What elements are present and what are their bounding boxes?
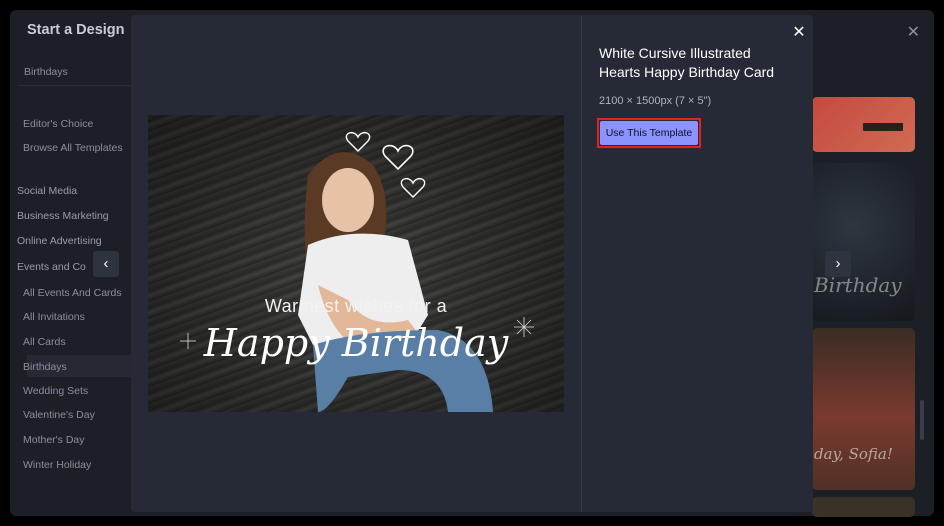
- use-template-button[interactable]: Use This Template: [600, 121, 698, 145]
- template-preview-modal: Warmest wishes for a Happy Birthday Whit…: [131, 15, 813, 512]
- menu-item-editors-choice[interactable]: Editor's Choice: [23, 118, 93, 130]
- template-thumbnail[interactable]: [812, 497, 915, 517]
- sub-item-invitations[interactable]: All Invitations: [23, 311, 85, 323]
- template-title: White Cursive Illustrated Hearts Happy B…: [599, 45, 775, 80]
- photo-illustration: [180, 131, 534, 412]
- sub-item-valentines[interactable]: Valentine's Day: [23, 409, 95, 421]
- card-headline: Happy Birthday: [203, 321, 509, 365]
- chevron-left-icon[interactable]: ‹: [93, 251, 119, 277]
- sub-item-mothers-day[interactable]: Mother's Day: [23, 434, 85, 446]
- card-greeting-line: Warmest wishes for a: [264, 296, 448, 316]
- chevron-right-icon[interactable]: ›: [825, 251, 851, 277]
- sub-item-wedding[interactable]: Wedding Sets: [23, 385, 88, 397]
- category-events[interactable]: Events and Co: [17, 261, 86, 273]
- sub-item-winter-holiday[interactable]: Winter Holiday: [23, 459, 91, 471]
- panel-title: Start a Design: [27, 22, 125, 38]
- template-thumbnail[interactable]: [812, 97, 915, 152]
- modal-divider: [581, 15, 582, 512]
- thumbnail-text: day, Sofia!: [814, 445, 893, 463]
- template-dimensions: 2100 × 1500px (7 × 5"): [599, 95, 712, 107]
- sub-item-birthdays[interactable]: Birthdays: [23, 361, 67, 373]
- template-thumbnail[interactable]: Birthday: [812, 163, 915, 321]
- category-online-advertising[interactable]: Online Advertising: [17, 235, 102, 247]
- template-preview-image: Warmest wishes for a Happy Birthday: [148, 115, 564, 412]
- category-business-marketing[interactable]: Business Marketing: [17, 210, 109, 222]
- panel-close-icon[interactable]: ✕: [907, 22, 920, 42]
- template-thumbnail[interactable]: day, Sofia!: [812, 328, 915, 490]
- category-social-media[interactable]: Social Media: [17, 185, 77, 197]
- close-icon[interactable]: ✕: [791, 22, 807, 42]
- sub-item-cards[interactable]: All Cards: [23, 336, 66, 348]
- sub-item-all-events[interactable]: All Events And Cards: [23, 287, 122, 299]
- menu-item-browse-all[interactable]: Browse All Templates: [23, 142, 123, 154]
- scrollbar[interactable]: [920, 400, 924, 440]
- search-value: Birthdays: [24, 66, 68, 78]
